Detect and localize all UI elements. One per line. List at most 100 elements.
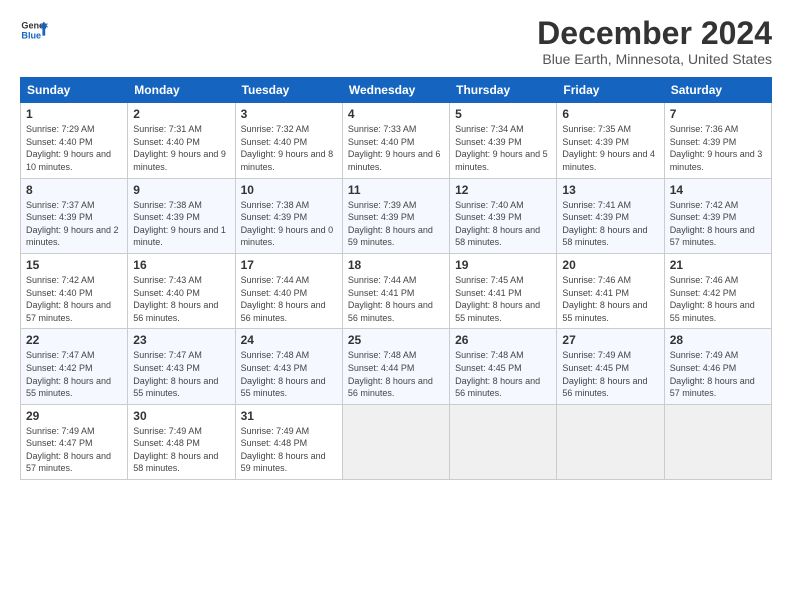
day-cell: 26 Sunrise: 7:48 AM Sunset: 4:45 PM Dayl… bbox=[450, 329, 557, 404]
sunset-label: Sunset: 4:40 PM bbox=[133, 137, 200, 147]
sunset-label: Sunset: 4:39 PM bbox=[670, 212, 737, 222]
day-info: Sunrise: 7:48 AM Sunset: 4:43 PM Dayligh… bbox=[241, 349, 337, 399]
sunrise-label: Sunrise: 7:49 AM bbox=[670, 350, 739, 360]
daylight-label: Daylight: 9 hours and 0 minutes. bbox=[241, 225, 334, 248]
sunset-label: Sunset: 4:39 PM bbox=[133, 212, 200, 222]
day-cell: 29 Sunrise: 7:49 AM Sunset: 4:47 PM Dayl… bbox=[21, 404, 128, 479]
day-cell: 10 Sunrise: 7:38 AM Sunset: 4:39 PM Dayl… bbox=[235, 178, 342, 253]
daylight-label: Daylight: 8 hours and 59 minutes. bbox=[348, 225, 433, 248]
sunrise-label: Sunrise: 7:49 AM bbox=[241, 426, 310, 436]
sunrise-label: Sunrise: 7:42 AM bbox=[670, 200, 739, 210]
sunset-label: Sunset: 4:40 PM bbox=[348, 137, 415, 147]
daylight-label: Daylight: 8 hours and 57 minutes. bbox=[670, 225, 755, 248]
day-number: 3 bbox=[241, 107, 337, 121]
daylight-label: Daylight: 8 hours and 57 minutes. bbox=[26, 300, 111, 323]
sunset-label: Sunset: 4:47 PM bbox=[26, 438, 93, 448]
daylight-label: Daylight: 9 hours and 6 minutes. bbox=[348, 149, 441, 172]
calendar-page: General Blue December 2024 Blue Earth, M… bbox=[0, 0, 792, 612]
sunrise-label: Sunrise: 7:37 AM bbox=[26, 200, 95, 210]
sunrise-label: Sunrise: 7:29 AM bbox=[26, 124, 95, 134]
day-number: 5 bbox=[455, 107, 551, 121]
day-cell bbox=[557, 404, 664, 479]
day-number: 11 bbox=[348, 183, 444, 197]
day-number: 25 bbox=[348, 333, 444, 347]
daylight-label: Daylight: 9 hours and 9 minutes. bbox=[133, 149, 226, 172]
daylight-label: Daylight: 9 hours and 5 minutes. bbox=[455, 149, 548, 172]
day-info: Sunrise: 7:32 AM Sunset: 4:40 PM Dayligh… bbox=[241, 123, 337, 173]
day-info: Sunrise: 7:44 AM Sunset: 4:41 PM Dayligh… bbox=[348, 274, 444, 324]
day-cell: 5 Sunrise: 7:34 AM Sunset: 4:39 PM Dayli… bbox=[450, 103, 557, 178]
sunset-label: Sunset: 4:46 PM bbox=[670, 363, 737, 373]
day-info: Sunrise: 7:46 AM Sunset: 4:42 PM Dayligh… bbox=[670, 274, 766, 324]
day-number: 2 bbox=[133, 107, 229, 121]
day-cell: 11 Sunrise: 7:39 AM Sunset: 4:39 PM Dayl… bbox=[342, 178, 449, 253]
sunset-label: Sunset: 4:39 PM bbox=[670, 137, 737, 147]
day-number: 10 bbox=[241, 183, 337, 197]
daylight-label: Daylight: 9 hours and 4 minutes. bbox=[562, 149, 655, 172]
header-monday: Monday bbox=[128, 78, 235, 103]
header-sunday: Sunday bbox=[21, 78, 128, 103]
daylight-label: Daylight: 8 hours and 56 minutes. bbox=[133, 300, 218, 323]
header-row-days: SundayMondayTuesdayWednesdayThursdayFrid… bbox=[21, 78, 772, 103]
sunrise-label: Sunrise: 7:38 AM bbox=[241, 200, 310, 210]
day-cell: 27 Sunrise: 7:49 AM Sunset: 4:45 PM Dayl… bbox=[557, 329, 664, 404]
sunrise-label: Sunrise: 7:47 AM bbox=[133, 350, 202, 360]
calendar-body: 1 Sunrise: 7:29 AM Sunset: 4:40 PM Dayli… bbox=[21, 103, 772, 480]
day-number: 20 bbox=[562, 258, 658, 272]
sunset-label: Sunset: 4:40 PM bbox=[241, 137, 308, 147]
sunset-label: Sunset: 4:48 PM bbox=[241, 438, 308, 448]
sunrise-label: Sunrise: 7:41 AM bbox=[562, 200, 631, 210]
daylight-label: Daylight: 9 hours and 1 minute. bbox=[133, 225, 226, 248]
sunrise-label: Sunrise: 7:39 AM bbox=[348, 200, 417, 210]
daylight-label: Daylight: 9 hours and 3 minutes. bbox=[670, 149, 763, 172]
daylight-label: Daylight: 8 hours and 56 minutes. bbox=[562, 376, 647, 399]
day-cell: 31 Sunrise: 7:49 AM Sunset: 4:48 PM Dayl… bbox=[235, 404, 342, 479]
sunset-label: Sunset: 4:42 PM bbox=[670, 288, 737, 298]
day-number: 1 bbox=[26, 107, 122, 121]
day-cell: 17 Sunrise: 7:44 AM Sunset: 4:40 PM Dayl… bbox=[235, 253, 342, 328]
day-info: Sunrise: 7:37 AM Sunset: 4:39 PM Dayligh… bbox=[26, 199, 122, 249]
logo-icon: General Blue bbox=[20, 16, 48, 44]
sunrise-label: Sunrise: 7:48 AM bbox=[455, 350, 524, 360]
day-info: Sunrise: 7:45 AM Sunset: 4:41 PM Dayligh… bbox=[455, 274, 551, 324]
sunrise-label: Sunrise: 7:44 AM bbox=[241, 275, 310, 285]
sunset-label: Sunset: 4:45 PM bbox=[562, 363, 629, 373]
day-info: Sunrise: 7:33 AM Sunset: 4:40 PM Dayligh… bbox=[348, 123, 444, 173]
header-thursday: Thursday bbox=[450, 78, 557, 103]
day-info: Sunrise: 7:42 AM Sunset: 4:40 PM Dayligh… bbox=[26, 274, 122, 324]
daylight-label: Daylight: 8 hours and 55 minutes. bbox=[670, 300, 755, 323]
sunrise-label: Sunrise: 7:31 AM bbox=[133, 124, 202, 134]
sunrise-label: Sunrise: 7:36 AM bbox=[670, 124, 739, 134]
sunrise-label: Sunrise: 7:49 AM bbox=[562, 350, 631, 360]
daylight-label: Daylight: 8 hours and 56 minutes. bbox=[241, 300, 326, 323]
day-info: Sunrise: 7:29 AM Sunset: 4:40 PM Dayligh… bbox=[26, 123, 122, 173]
sunset-label: Sunset: 4:40 PM bbox=[26, 137, 93, 147]
day-info: Sunrise: 7:48 AM Sunset: 4:45 PM Dayligh… bbox=[455, 349, 551, 399]
week-row-2: 8 Sunrise: 7:37 AM Sunset: 4:39 PM Dayli… bbox=[21, 178, 772, 253]
sunset-label: Sunset: 4:45 PM bbox=[455, 363, 522, 373]
header-wednesday: Wednesday bbox=[342, 78, 449, 103]
sunrise-label: Sunrise: 7:46 AM bbox=[562, 275, 631, 285]
sunrise-label: Sunrise: 7:42 AM bbox=[26, 275, 95, 285]
week-row-4: 22 Sunrise: 7:47 AM Sunset: 4:42 PM Dayl… bbox=[21, 329, 772, 404]
header-row: General Blue December 2024 Blue Earth, M… bbox=[20, 16, 772, 67]
day-info: Sunrise: 7:49 AM Sunset: 4:46 PM Dayligh… bbox=[670, 349, 766, 399]
sunset-label: Sunset: 4:39 PM bbox=[562, 212, 629, 222]
day-number: 17 bbox=[241, 258, 337, 272]
day-number: 30 bbox=[133, 409, 229, 423]
header-saturday: Saturday bbox=[664, 78, 771, 103]
sunrise-label: Sunrise: 7:43 AM bbox=[133, 275, 202, 285]
daylight-label: Daylight: 8 hours and 56 minutes. bbox=[348, 376, 433, 399]
sunset-label: Sunset: 4:43 PM bbox=[133, 363, 200, 373]
day-cell: 14 Sunrise: 7:42 AM Sunset: 4:39 PM Dayl… bbox=[664, 178, 771, 253]
day-number: 8 bbox=[26, 183, 122, 197]
day-cell: 8 Sunrise: 7:37 AM Sunset: 4:39 PM Dayli… bbox=[21, 178, 128, 253]
sunrise-label: Sunrise: 7:38 AM bbox=[133, 200, 202, 210]
sunset-label: Sunset: 4:39 PM bbox=[455, 137, 522, 147]
day-number: 19 bbox=[455, 258, 551, 272]
sunset-label: Sunset: 4:44 PM bbox=[348, 363, 415, 373]
calendar-header: SundayMondayTuesdayWednesdayThursdayFrid… bbox=[21, 78, 772, 103]
day-cell bbox=[450, 404, 557, 479]
sunset-label: Sunset: 4:39 PM bbox=[455, 212, 522, 222]
sunset-label: Sunset: 4:39 PM bbox=[348, 212, 415, 222]
